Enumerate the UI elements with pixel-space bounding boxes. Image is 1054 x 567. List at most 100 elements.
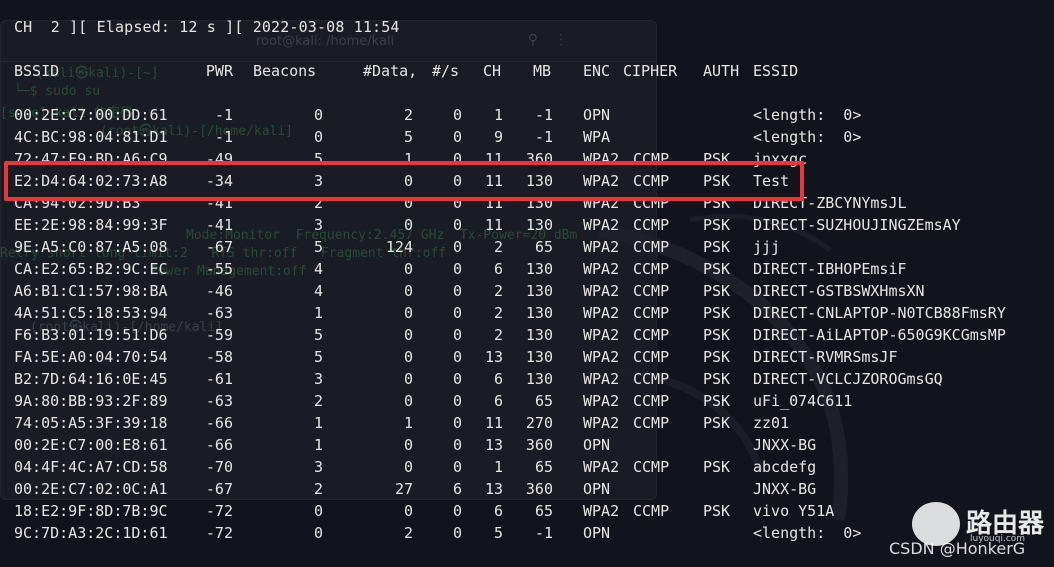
cell-mb: 130 <box>525 348 553 366</box>
cell-essid: DIRECT-RVMRSmsJF <box>753 348 898 366</box>
cell-rate: 0 <box>452 502 462 520</box>
cell-bssid: 4C:BC:98:04:81:D1 <box>14 128 168 146</box>
cell-pwr: -63 <box>205 304 233 322</box>
cell-mb: 360 <box>525 436 553 454</box>
table-row: 4A:51:C5:18:53:94 -63 1 0 0 2 130 WPA2 CCMP PSK DI… <box>0 304 1054 326</box>
cell-mb: 130 <box>525 282 553 300</box>
cell-enc: WPA2 <box>583 458 620 476</box>
cell-enc: WPA2 <box>583 326 620 344</box>
table-row: 9A:80:BB:93:2F:89 -63 2 0 0 6 65 WPA2 CCMP PSK uFi… <box>0 392 1054 414</box>
cell-bssid: EE:2E:98:84:99:3F <box>14 216 168 234</box>
cell-beacons: 0 <box>313 128 323 146</box>
cell-rate: 0 <box>452 436 462 454</box>
cell-rate: 0 <box>452 282 462 300</box>
search-icon: ⚲ <box>527 32 538 48</box>
cell-auth: PSK <box>703 348 731 366</box>
cell-data: 1 <box>403 414 413 432</box>
cell-bssid: 74:05:A5:3F:39:18 <box>14 414 168 432</box>
cell-ch: 9 <box>493 128 503 146</box>
cell-rate: 0 <box>452 392 462 410</box>
cell-essid: DIRECT-VCLCJZOROGmsGQ <box>753 370 943 388</box>
cell-mb: 65 <box>534 238 553 256</box>
cell-essid: <length: 0> <box>753 128 862 146</box>
cell-cipher: CCMP <box>633 304 670 322</box>
cell-data: 0 <box>403 260 413 278</box>
cell-pwr: -58 <box>205 348 233 366</box>
cell-cipher: CCMP <box>633 326 670 344</box>
header-ch: CH <box>483 62 502 80</box>
cell-data: 0 <box>403 348 413 366</box>
cell-bssid: 00:2E:C7:02:0C:A1 <box>14 480 168 498</box>
cell-data: 0 <box>403 392 413 410</box>
background-terminal-controls: ⚲ ⋮ <box>528 32 568 48</box>
header-data: #Data, <box>363 62 418 80</box>
cell-bssid: CA:E2:65:B2:9C:EC <box>14 260 168 278</box>
cell-data: 0 <box>403 326 413 344</box>
header-auth: AUTH <box>703 62 740 80</box>
cell-bssid: 9C:7D:A3:2C:1D:61 <box>14 524 168 542</box>
cell-pwr: -1 <box>214 106 233 124</box>
cell-mb: 65 <box>534 458 553 476</box>
cell-mb: 130 <box>525 216 553 234</box>
cell-rate: 0 <box>452 414 462 432</box>
cell-enc: WPA2 <box>583 414 620 432</box>
cell-mb: 360 <box>525 480 553 498</box>
cell-beacons: 2 <box>313 480 323 498</box>
ghost-prompt-cmd: └─$ sudo su <box>14 84 101 99</box>
cell-enc: OPN <box>583 524 611 542</box>
cell-cipher: CCMP <box>633 370 670 388</box>
cell-enc: OPN <box>583 480 611 498</box>
cell-cipher: CCMP <box>633 392 670 410</box>
cell-mb: 130 <box>525 260 553 278</box>
cell-enc: WPA2 <box>583 348 620 366</box>
table-row: 00:2E:C7:00:E8:61 -66 1 0 0 13 360 OPN JNXX-BG <box>0 436 1054 458</box>
table-row: 18:E2:9F:8D:7B:9C -72 0 0 0 6 65 WPA2 CCMP PSK viv… <box>0 502 1054 524</box>
cell-bssid: F6:B3:01:19:51:D6 <box>14 326 168 344</box>
cell-beacons: 4 <box>313 282 323 300</box>
cell-ch: 2 <box>493 282 503 300</box>
cell-pwr: -72 <box>205 502 233 520</box>
cell-auth: PSK <box>703 370 731 388</box>
table-row: A6:B1:C1:57:98:BA -46 4 0 0 2 130 WPA2 CCMP PSK DI… <box>0 282 1054 304</box>
cell-pwr: -61 <box>205 370 233 388</box>
cell-cipher: CCMP <box>633 282 670 300</box>
cell-ch: 13 <box>484 436 503 454</box>
table-row: 00:2E:C7:00:DD:61 -1 0 2 0 1 -1 OPN <length: 0> <box>0 106 1054 128</box>
cell-enc: OPN <box>583 436 611 454</box>
cell-essid: <length: 0> <box>753 106 862 124</box>
cell-ch: 6 <box>493 260 503 278</box>
cell-data: 124 <box>385 238 413 256</box>
cell-data: 0 <box>403 436 413 454</box>
cell-data: 2 <box>403 106 413 124</box>
cell-ch: 11 <box>484 414 503 432</box>
cell-essid: JNXX-BG <box>753 480 817 498</box>
highlight-selected-network <box>4 161 804 201</box>
cell-beacons: 3 <box>313 370 323 388</box>
cell-ch: 11 <box>484 216 503 234</box>
cell-data: 0 <box>403 282 413 300</box>
cell-cipher: CCMP <box>633 414 670 432</box>
cell-bssid: A6:B1:C1:57:98:BA <box>14 282 168 300</box>
cell-ch: 6 <box>493 370 503 388</box>
cell-bssid: 00:2E:C7:00:DD:61 <box>14 106 168 124</box>
cell-rate: 0 <box>452 370 462 388</box>
cell-essid: abcdefg <box>753 458 817 476</box>
cell-data: 5 <box>403 128 413 146</box>
cell-auth: PSK <box>703 216 731 234</box>
table-header: BSSID PWR Beacons #Data, #/s CH MB ENC C… <box>0 62 1054 84</box>
cell-cipher: CCMP <box>633 238 670 256</box>
cell-ch: 6 <box>493 392 503 410</box>
cell-ch: 13 <box>484 348 503 366</box>
watermark-csdn: CSDN @HonkerG <box>889 539 1026 558</box>
cell-pwr: -66 <box>205 414 233 432</box>
table-row: 74:05:A5:3F:39:18 -66 1 1 0 11 270 WPA2 CCMP PSK z… <box>0 414 1054 436</box>
cell-pwr: -55 <box>205 260 233 278</box>
cell-enc: WPA2 <box>583 370 620 388</box>
cell-mb: -1 <box>534 106 553 124</box>
cell-rate: 0 <box>452 260 462 278</box>
cell-beacons: 0 <box>313 502 323 520</box>
cell-data: 0 <box>403 458 413 476</box>
cell-rate: 0 <box>452 348 462 366</box>
cell-enc: WPA2 <box>583 238 620 256</box>
cell-ch: 13 <box>484 480 503 498</box>
